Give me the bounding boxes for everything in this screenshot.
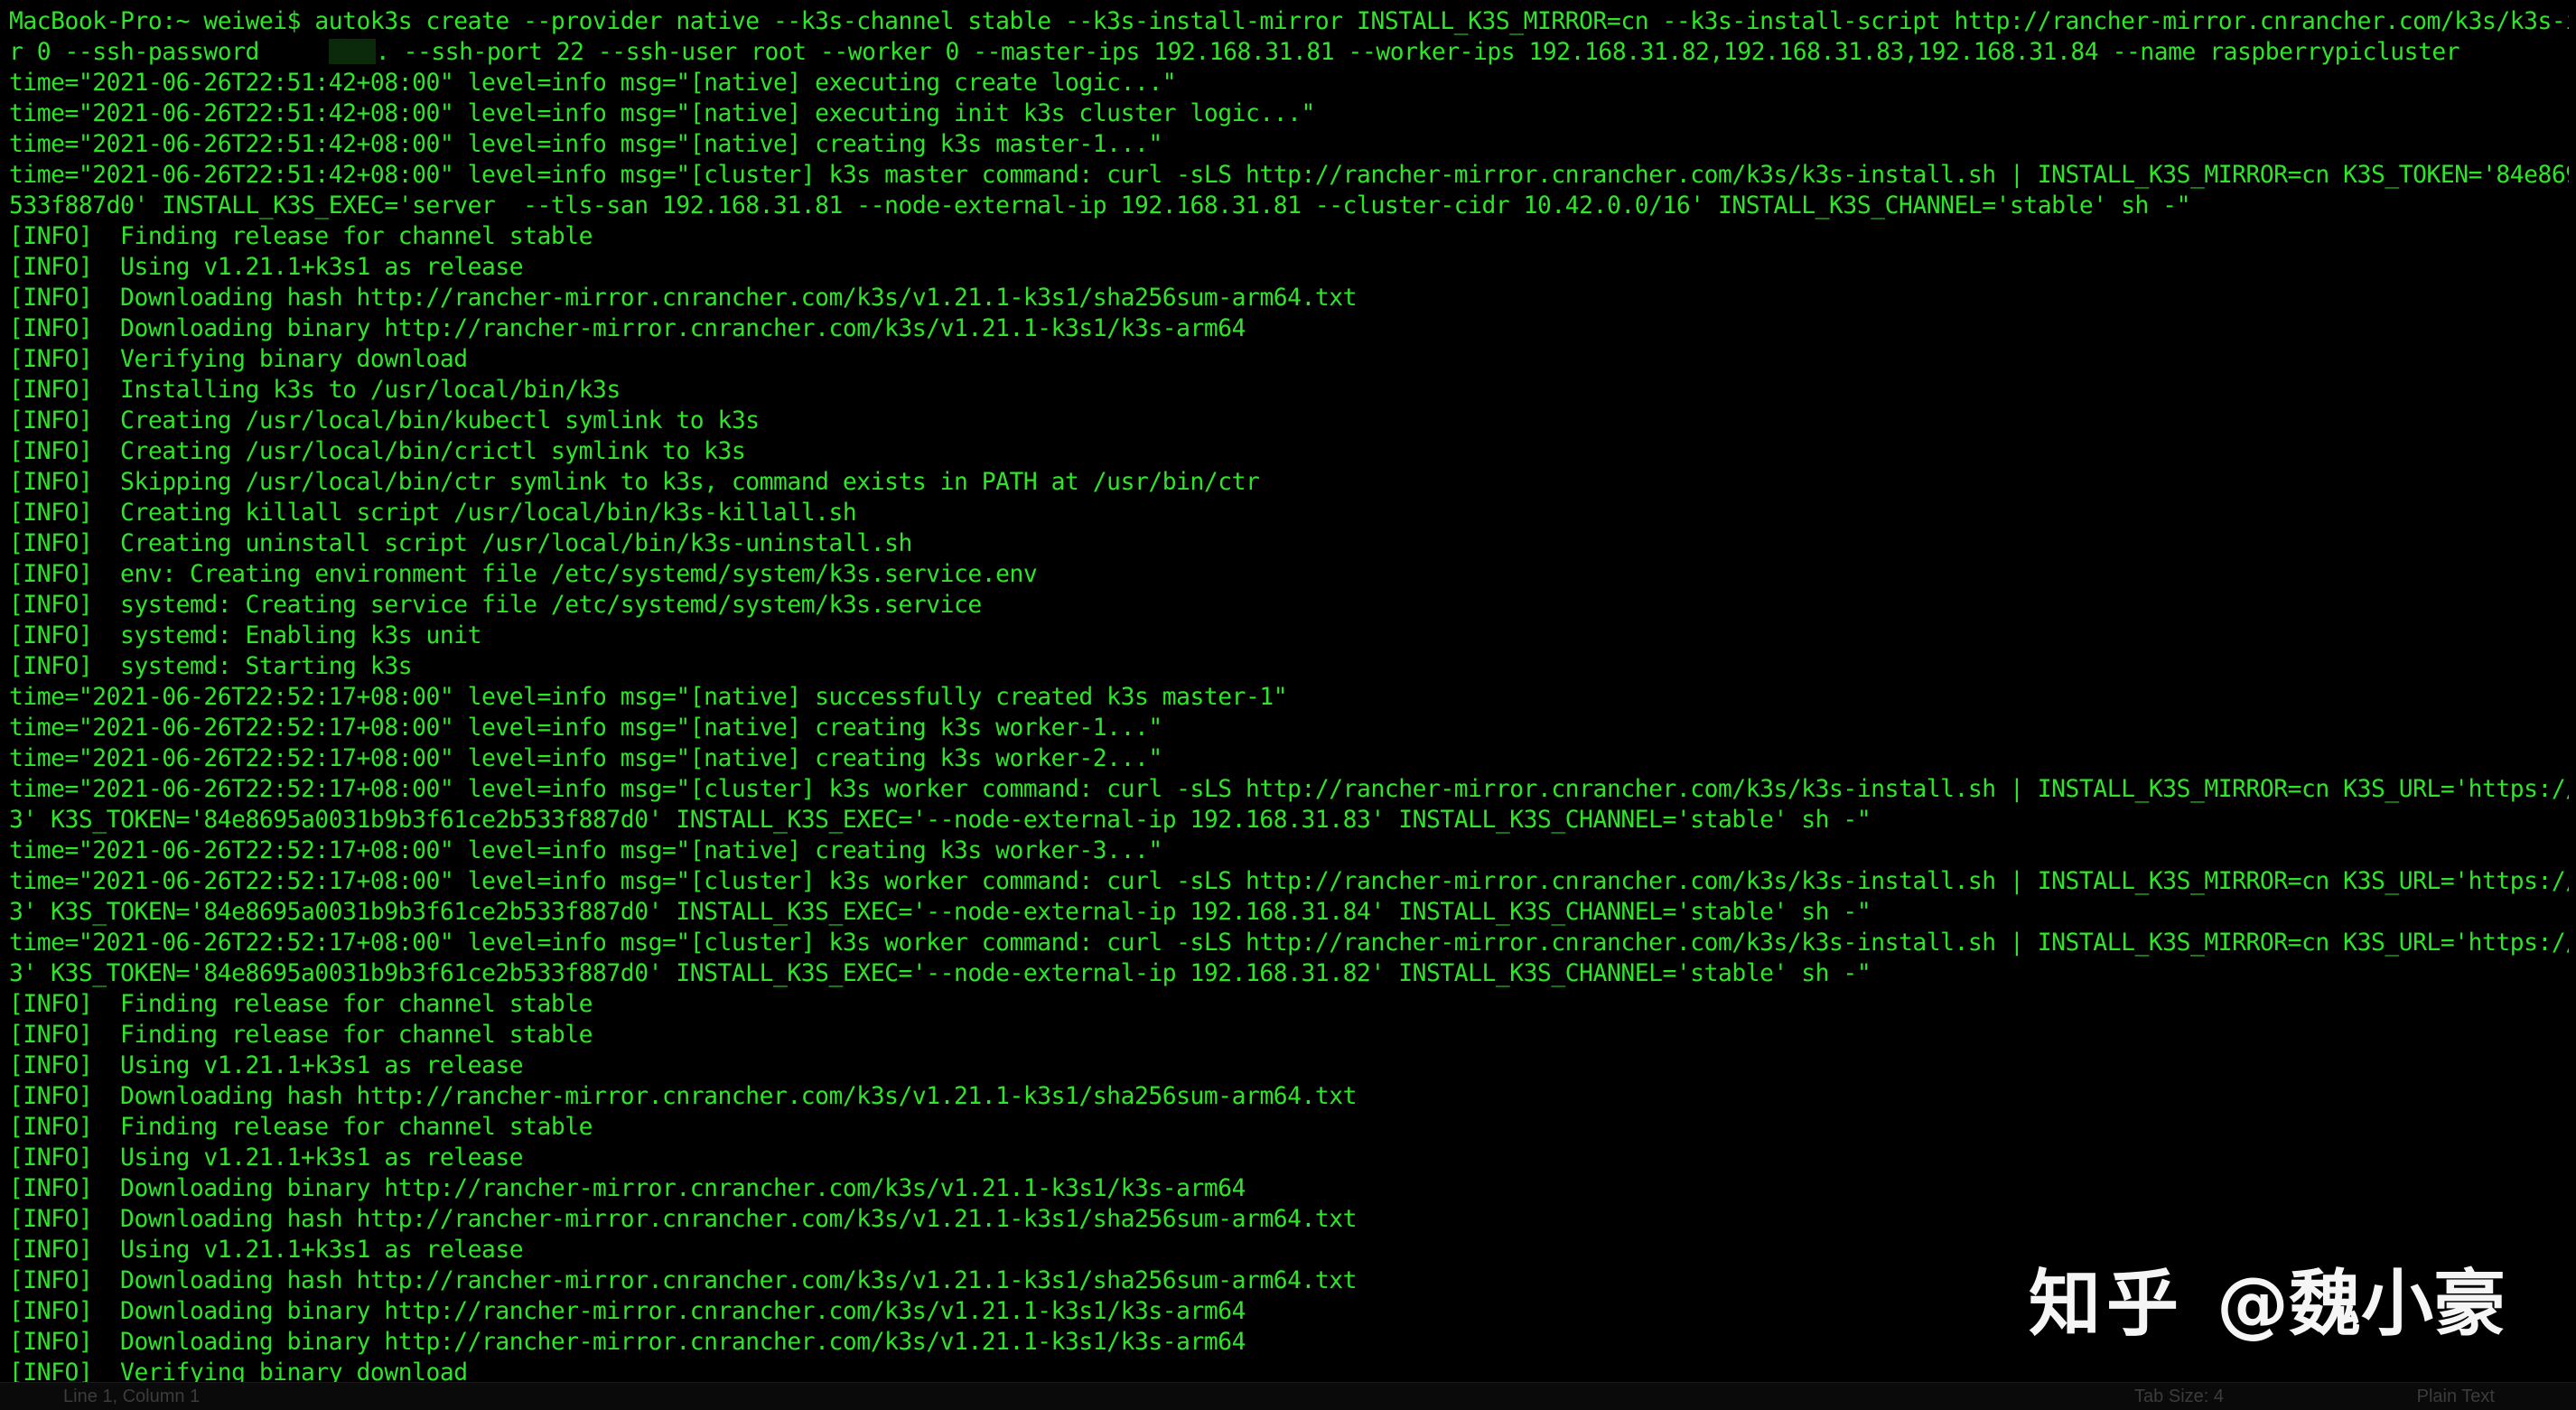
terminal-line: [INFO] Downloading hash http://rancher-m… [9,1204,2569,1235]
terminal-line: time="2021-06-26T22:52:17+08:00" level=i… [9,743,2569,774]
terminal-line-text: [INFO] Creating /usr/local/bin/kubectl s… [9,407,760,434]
terminal-line: time="2021-06-26T22:52:17+08:00" level=i… [9,866,2569,897]
terminal-line: [INFO] Downloading hash http://rancher-m… [9,1081,2569,1112]
terminal-line-text: [INFO] Downloading binary http://rancher… [9,1298,1246,1325]
terminal-line: [INFO] Using v1.21.1+k3s1 as release [9,1050,2569,1081]
terminal-line: [INFO] Downloading binary http://rancher… [9,313,2569,344]
terminal-line-text: [INFO] Using v1.21.1+k3s1 as release [9,1052,524,1079]
terminal-line: [INFO] Creating /usr/local/bin/kubectl s… [9,406,2569,436]
terminal-line-text: [INFO] Downloading hash http://rancher-m… [9,1206,1358,1233]
syntax-selector[interactable]: Plain Text [2417,1387,2495,1407]
terminal-line: 3' K3S_TOKEN='84e8695a0031b9b3f61ce2b533… [9,805,2569,836]
terminal-line-text: time="2021-06-26T22:52:17+08:00" level=i… [9,745,1162,772]
terminal-line-text: [INFO] Finding release for channel stabl… [9,223,593,250]
terminal-line-text: 533f887d0' INSTALL_K3S_EXEC='server --tl… [9,192,2190,219]
terminal-line-text: [INFO] Creating /usr/local/bin/crictl sy… [9,438,746,465]
terminal-line-text: [INFO] Creating killall script /usr/loca… [9,500,857,527]
terminal-line-text: 3' K3S_TOKEN='84e8695a0031b9b3f61ce2b533… [9,899,1871,926]
terminal-line: [INFO] Skipping /usr/local/bin/ctr symli… [9,467,2569,498]
terminal-line-text: [INFO] Finding release for channel stabl… [9,1114,593,1141]
terminal-line-text: [INFO] Downloading hash http://rancher-m… [9,1267,1358,1294]
terminal-line: [INFO] Verifying binary download [9,1358,2569,1382]
terminal-line-text: [INFO] Finding release for channel stabl… [9,1022,593,1049]
terminal-line-text: [INFO] Using v1.21.1+k3s1 as release [9,1144,524,1172]
terminal-line-text: [INFO] Downloading hash http://rancher-m… [9,285,1358,312]
zhihu-logo: 知乎 [2029,1262,2184,1346]
terminal-line-text: [INFO] Creating uninstall script /usr/lo… [9,530,912,557]
terminal-line-text: [INFO] systemd: Creating service file /e… [9,592,982,619]
cursor-position: Line 1, Column 1 [63,1387,201,1406]
terminal-line: time="2021-06-26T22:51:42+08:00" level=i… [9,68,2569,98]
terminal-line: time="2021-06-26T22:52:17+08:00" level=i… [9,774,2569,805]
terminal-line: [INFO] Finding release for channel stabl… [9,989,2569,1020]
terminal-line-text: time="2021-06-26T22:51:42+08:00" level=i… [9,162,2569,189]
terminal-line: r 0 --ssh-password . --ssh-port 22 --ssh… [9,37,2569,68]
terminal-line-text: time="2021-06-26T22:52:17+08:00" level=i… [9,684,1288,711]
terminal-line-text: [INFO] Downloading binary http://rancher… [9,1329,1246,1356]
terminal-output: MacBook-Pro:~ weiwei$ autok3s create --p… [9,6,2569,1382]
terminal-line-text: r 0 --ssh-password [9,39,259,66]
terminal-line-text: time="2021-06-26T22:51:42+08:00" level=i… [9,100,1315,127]
terminal-line-text: [INFO] Finding release for channel stabl… [9,991,593,1018]
terminal-line-text: [INFO] Using v1.21.1+k3s1 as release [9,1237,524,1264]
terminal-line: time="2021-06-26T22:52:17+08:00" level=i… [9,682,2569,713]
terminal-line-text: [INFO] Downloading binary http://rancher… [9,1175,1246,1202]
terminal-line-text: MacBook-Pro:~ weiwei$ autok3s create --p… [9,8,2569,35]
terminal-line-text: [INFO] Installing k3s to /usr/local/bin/… [9,377,621,404]
terminal-line: [INFO] systemd: Creating service file /e… [9,590,2569,621]
terminal-line: [INFO] Finding release for channel stabl… [9,1112,2569,1143]
terminal-line-text: time="2021-06-26T22:52:17+08:00" level=i… [9,714,1162,742]
terminal-line-text: time="2021-06-26T22:51:42+08:00" level=i… [9,131,1162,158]
terminal-line: time="2021-06-26T22:51:42+08:00" level=i… [9,98,2569,129]
terminal-line: [INFO] Using v1.21.1+k3s1 as release [9,252,2569,283]
terminal-line: [INFO] Installing k3s to /usr/local/bin/… [9,375,2569,406]
terminal-line-text: [INFO] Verifying binary download [9,1359,468,1382]
terminal-line: [INFO] Finding release for channel stabl… [9,221,2569,252]
terminal-line: [INFO] systemd: Starting k3s [9,651,2569,682]
terminal-line: [INFO] Downloading binary http://rancher… [9,1173,2569,1204]
terminal-line: [INFO] Creating /usr/local/bin/crictl sy… [9,436,2569,467]
terminal-line: [INFO] Creating killall script /usr/loca… [9,498,2569,528]
terminal-line-text: time="2021-06-26T22:52:17+08:00" level=i… [9,868,2569,895]
terminal-line: time="2021-06-26T22:51:42+08:00" level=i… [9,129,2569,160]
terminal-line-text: time="2021-06-26T22:51:42+08:00" level=i… [9,70,1177,97]
terminal-line: 533f887d0' INSTALL_K3S_EXEC='server --tl… [9,191,2569,221]
terminal-window[interactable]: MacBook-Pro:~ weiwei$ autok3s create --p… [0,0,2576,1382]
terminal-line: time="2021-06-26T22:52:17+08:00" level=i… [9,713,2569,743]
terminal-line: 3' K3S_TOKEN='84e8695a0031b9b3f61ce2b533… [9,897,2569,928]
terminal-line: time="2021-06-26T22:51:42+08:00" level=i… [9,160,2569,191]
terminal-line-text: [INFO] systemd: Enabling k3s unit [9,622,481,649]
tab-size-selector[interactable]: Tab Size: 4 [2134,1387,2224,1407]
terminal-line: [INFO] env: Creating environment file /e… [9,559,2569,590]
author-handle: @魏小豪 [2217,1262,2506,1346]
terminal-line-text: [INFO] Verifying binary download [9,346,468,373]
terminal-line-text: time="2021-06-26T22:52:17+08:00" level=i… [9,929,2569,957]
redacted-password [328,39,376,64]
terminal-line-text: time="2021-06-26T22:52:17+08:00" level=i… [9,837,1162,864]
terminal-line: [INFO] Verifying binary download [9,344,2569,375]
terminal-line-text: [INFO] Using v1.21.1+k3s1 as release [9,254,524,281]
terminal-line-text: [INFO] Downloading hash http://rancher-m… [9,1083,1358,1110]
terminal-line-text: . --ssh-port 22 --ssh-user root --worker… [375,39,2460,66]
zhihu-watermark: 知乎 @魏小豪 [2029,1248,2506,1348]
terminal-line: [INFO] Downloading hash http://rancher-m… [9,283,2569,313]
terminal-line-text: [INFO] Downloading binary http://rancher… [9,315,1246,342]
terminal-line: [INFO] Creating uninstall script /usr/lo… [9,528,2569,559]
terminal-line: 3' K3S_TOKEN='84e8695a0031b9b3f61ce2b533… [9,958,2569,989]
terminal-line: [INFO] Finding release for channel stabl… [9,1020,2569,1050]
terminal-line: [INFO] Using v1.21.1+k3s1 as release [9,1143,2569,1173]
terminal-line-text: time="2021-06-26T22:52:17+08:00" level=i… [9,776,2569,803]
terminal-line-text: [INFO] env: Creating environment file /e… [9,561,1038,588]
terminal-line: [INFO] systemd: Enabling k3s unit [9,621,2569,651]
status-bar: Line 1, Column 1 Tab Size: 4 Plain Text [0,1382,2576,1410]
terminal-line: time="2021-06-26T22:52:17+08:00" level=i… [9,928,2569,958]
terminal-line-text: [INFO] systemd: Starting k3s [9,653,413,680]
terminal-line: time="2021-06-26T22:52:17+08:00" level=i… [9,836,2569,866]
terminal-line-text: 3' K3S_TOKEN='84e8695a0031b9b3f61ce2b533… [9,807,1871,834]
terminal-line-text: [INFO] Skipping /usr/local/bin/ctr symli… [9,469,1260,496]
terminal-line-text: 3' K3S_TOKEN='84e8695a0031b9b3f61ce2b533… [9,960,1871,987]
terminal-line: MacBook-Pro:~ weiwei$ autok3s create --p… [9,6,2569,37]
